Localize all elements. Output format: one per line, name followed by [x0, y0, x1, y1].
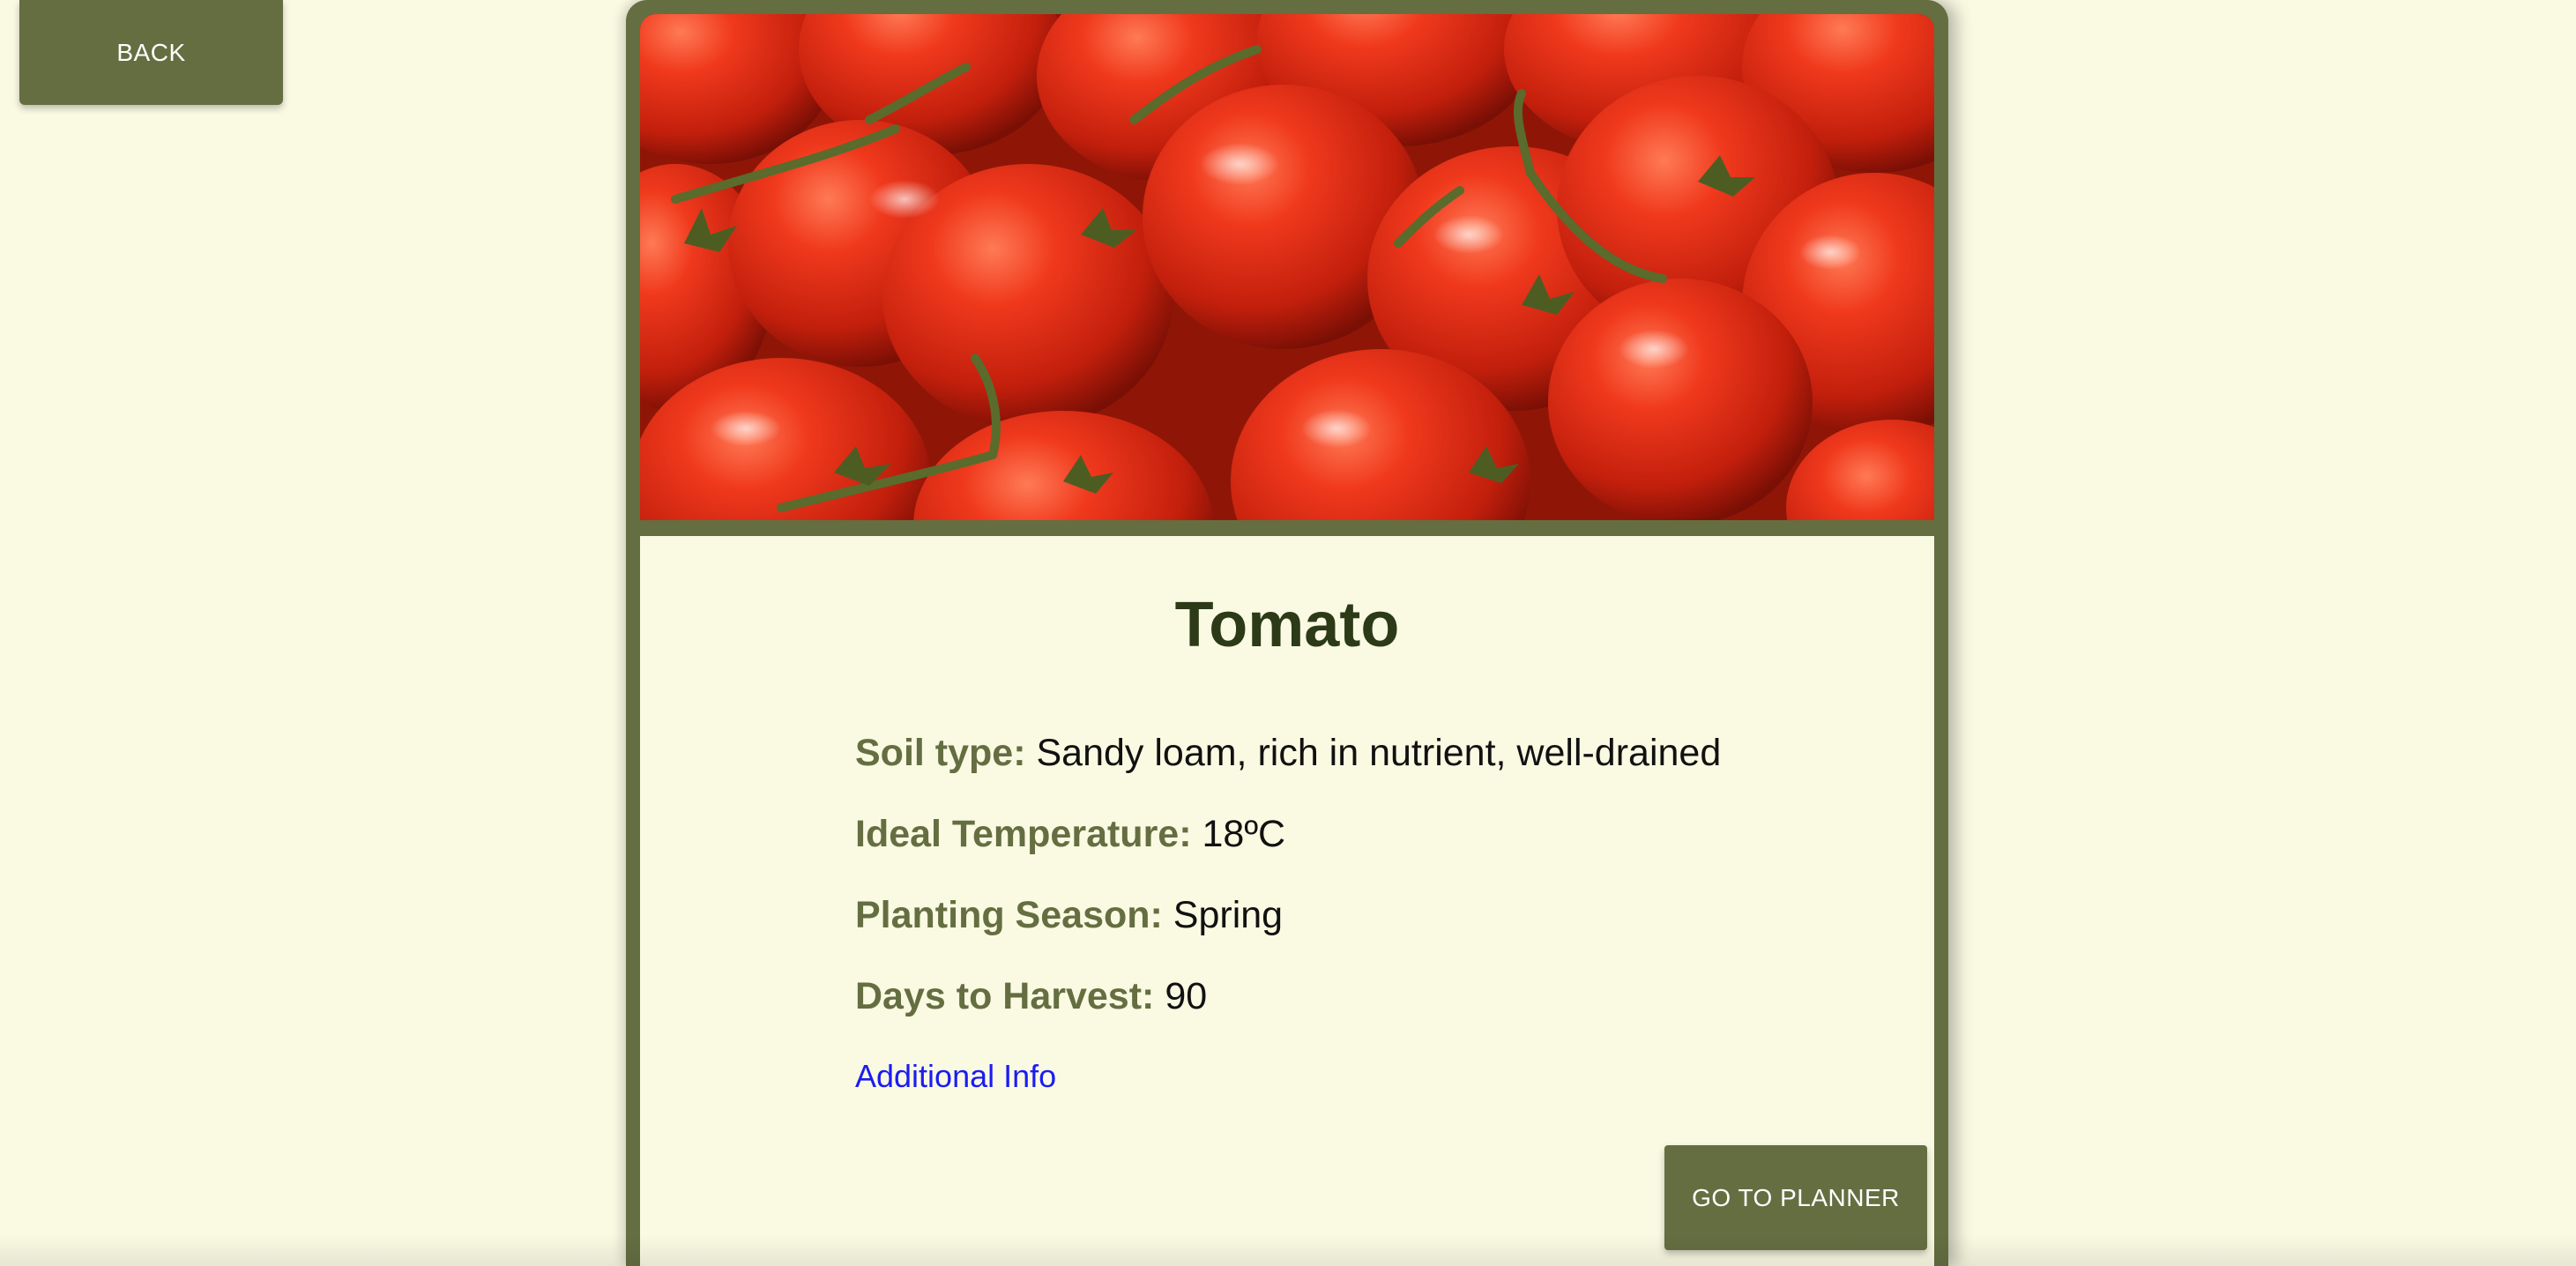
additional-info-link[interactable]: Additional Info [855, 1058, 1056, 1095]
detail-value: 90 [1165, 975, 1208, 1017]
back-button[interactable]: BACK [19, 0, 283, 105]
plant-name: Tomato [1174, 590, 1400, 660]
detail-label: Soil type: [855, 732, 1026, 774]
plant-card: Tomato Soil type: Sandy loam, rich in nu… [626, 0, 1948, 1266]
plant-details: Soil type: Sandy loam, rich in nutrient,… [855, 730, 1721, 1095]
detail-label: Ideal Temperature: [855, 813, 1192, 855]
detail-days-to-harvest: Days to Harvest: 90 [855, 973, 1721, 1019]
go-to-planner-button[interactable]: GO TO PLANNER [1664, 1145, 1927, 1250]
detail-soil-type: Soil type: Sandy loam, rich in nutrient,… [855, 730, 1721, 776]
plant-image [640, 14, 1934, 520]
detail-value: 18ºC [1202, 813, 1286, 855]
detail-planting-season: Planting Season: Spring [855, 892, 1721, 938]
detail-value: Sandy loam, rich in nutrient, well-drain… [1036, 732, 1722, 774]
detail-label: Planting Season: [855, 894, 1163, 936]
detail-ideal-temperature: Ideal Temperature: 18ºC [855, 811, 1721, 857]
plant-info: Tomato Soil type: Sandy loam, rich in nu… [640, 536, 1934, 1266]
detail-value: Spring [1173, 894, 1284, 936]
detail-label: Days to Harvest: [855, 975, 1155, 1017]
